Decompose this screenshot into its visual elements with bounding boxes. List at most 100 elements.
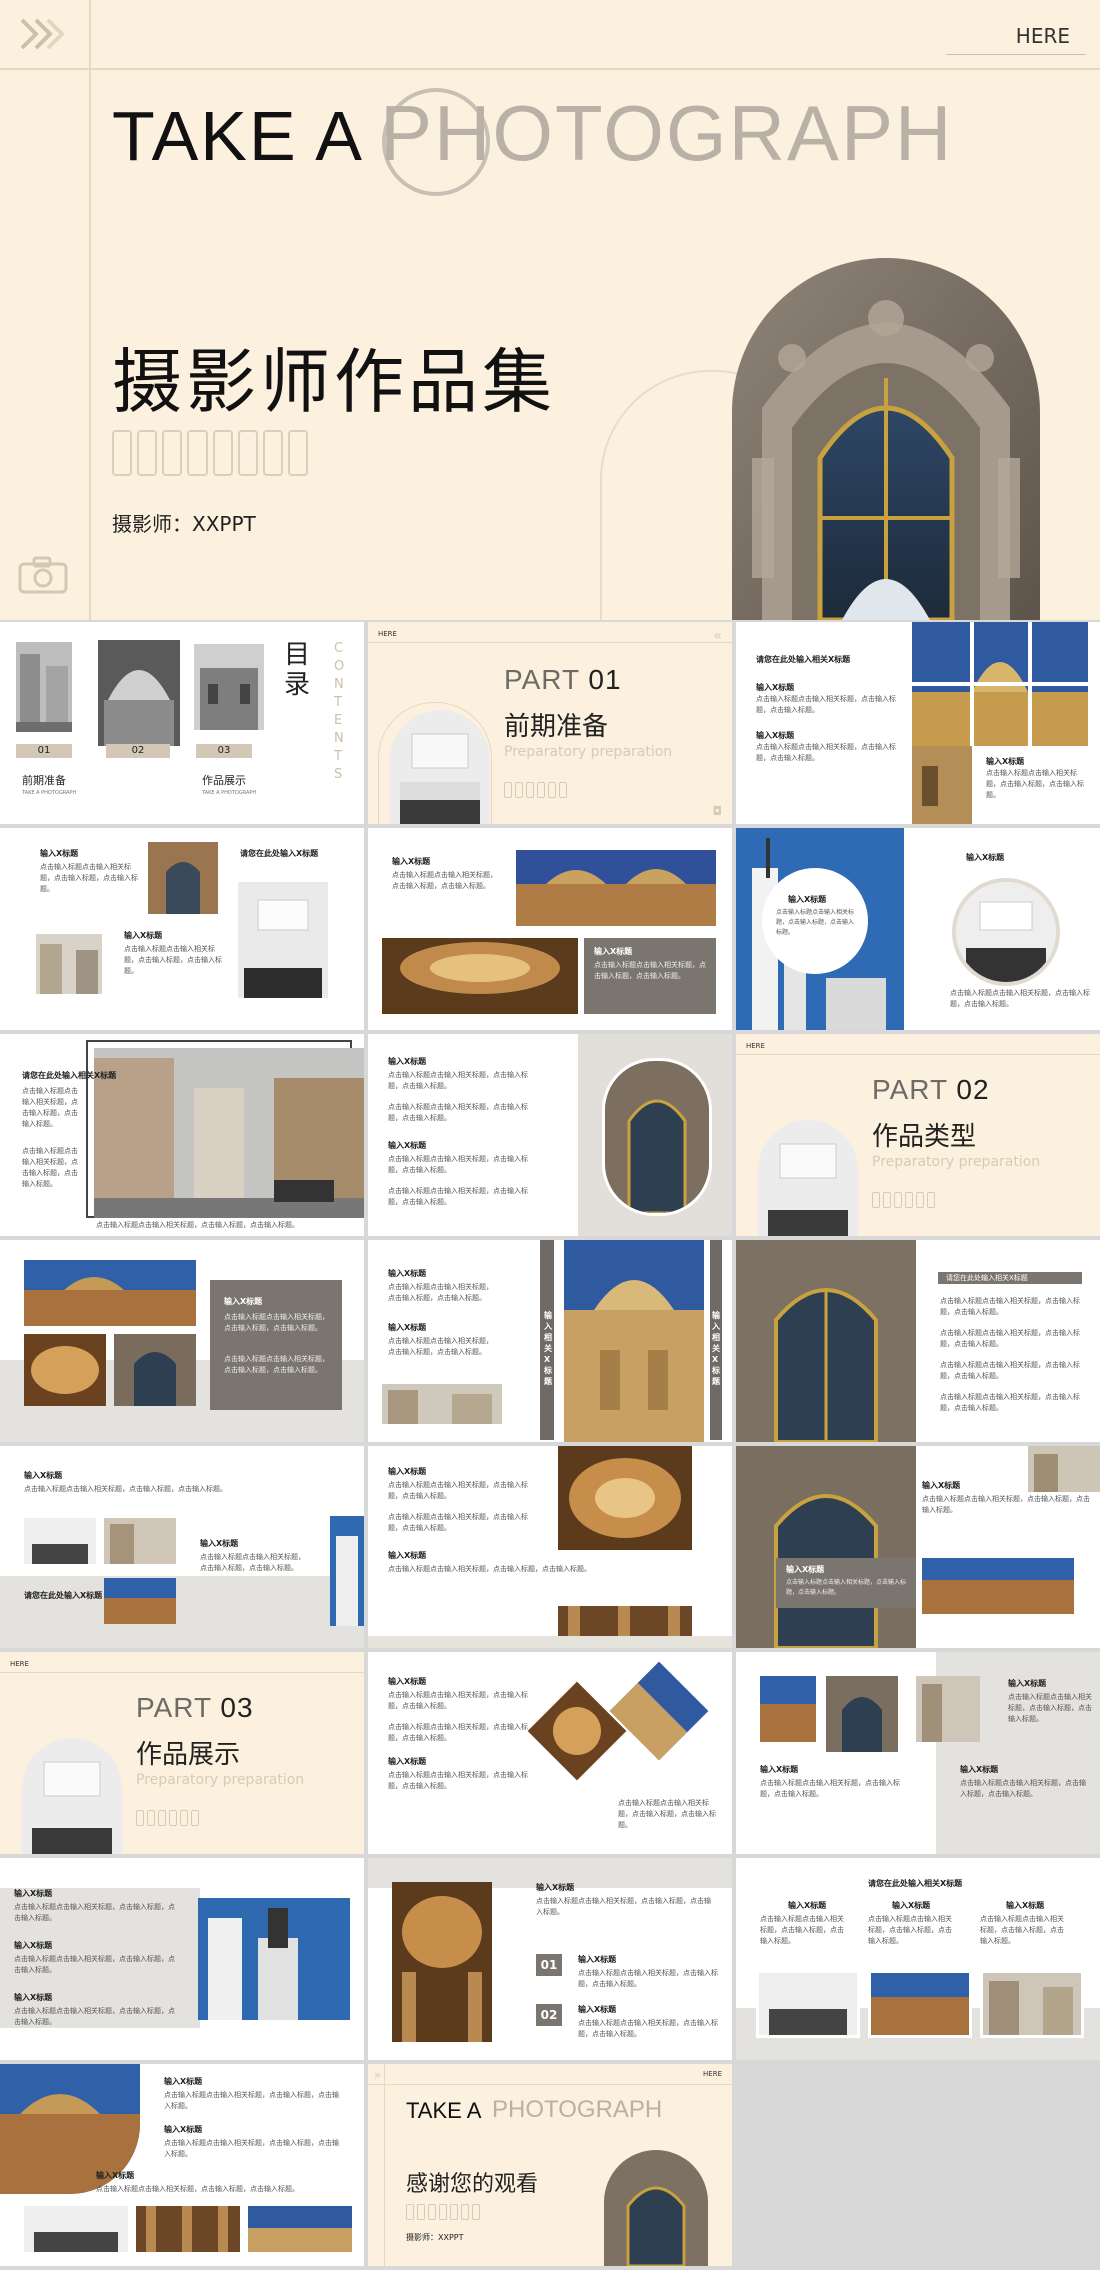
slide-table-of-contents[interactable]: 01 02 03 前期准备 作品类型 作品展示 TAKE A PHOTOGRAP… <box>0 622 364 824</box>
decorative-barcode <box>504 782 567 798</box>
slide-content[interactable]: 输入X标题 点击输入标题点击输入相关标题，点击输入标题，点击输入标题。 输入X标… <box>368 828 732 1030</box>
rooftop-diamond-photo <box>609 1661 709 1761</box>
street-photo <box>104 1518 176 1564</box>
slide-content[interactable]: 输入X标题 点击输入标题点击输入相关标题，点击输入标题，点击输入标题。 输入X标… <box>736 1446 1100 1648</box>
body-text: 点击输入标题点击输入相关标题，点击输入标题，点击输入标题。 <box>980 1915 1064 1945</box>
interior-photo <box>136 2206 240 2252</box>
toc-number-bar: 03 <box>196 744 252 758</box>
heading: 输入X标题 <box>786 1565 825 1574</box>
rooftop-statue-photo <box>248 2206 352 2252</box>
part-title: 前期准备 <box>504 712 609 742</box>
body-text: 点击输入标题点击输入相关标题，点击输入标题，点击输入标题。 <box>96 2185 299 2193</box>
tower-sky-photo <box>198 1898 350 2020</box>
body-text: 点击输入标题点击输入相关标题，点击输入标题，点击输入标题。 <box>22 1087 78 1128</box>
heading: 输入X标题 <box>788 895 827 904</box>
body-text: 点击输入标题点击输入相关标题，点击输入标题，点击输入标题。 <box>940 1393 1080 1412</box>
divider <box>0 68 1100 70</box>
heading: 输入X标题 <box>388 1551 427 1560</box>
slide-part-02[interactable]: HERE PART 02 作品类型 Preparatory preparatio… <box>736 1034 1100 1236</box>
number-badge: 01 <box>536 1954 562 1976</box>
kitchen-photo <box>952 878 1060 986</box>
palace-rooftop-photo <box>24 1260 196 1326</box>
european-street-photo <box>94 1048 364 1218</box>
slide-content[interactable]: 输入X标题 点击输入标题点击输入相关标题，点击输入标题，点击输入标题。 输入X标… <box>736 1652 1100 1854</box>
body-text: 点击输入标题点击输入相关标题，点击输入标题，点击输入标题。 <box>388 1771 528 1790</box>
interior-photo <box>558 1606 692 1636</box>
toc-item-label[interactable]: 前期准备 <box>22 772 66 788</box>
toc-item-label[interactable]: 作品展示 <box>202 772 246 788</box>
heading: 输入X标题 <box>760 1765 799 1774</box>
heading: 输入X标题 <box>960 1765 999 1774</box>
slide-content[interactable]: 输入X标题 点击输入标题点击输入相关标题，点击输入标题，点击输入标题。 01 输… <box>368 1858 732 2060</box>
heading: 输入X标题 <box>892 1901 931 1910</box>
arch-doorway-photo <box>736 1240 916 1442</box>
fresco-diamond-photo <box>527 1681 627 1781</box>
slide-content[interactable]: 输入X标题 点击输入标题点击输入相关标题，点击输入标题，点击输入标题。 点击输入… <box>0 1240 364 1442</box>
slide-content[interactable]: 输入X标题 点击输入标题点击输入相关标题，点击输入标题，点击输入标题。 请您在此… <box>0 828 364 1030</box>
heading: 输入X标题 <box>966 853 1005 862</box>
slide-part-01[interactable]: HERE PART 01 前期准备 Preparatory preparatio… <box>368 622 732 824</box>
number-badge: 02 <box>536 2004 562 2026</box>
street-photo <box>16 642 72 732</box>
slide-content[interactable]: 请您在此处输入相关X标题 点击输入标题点击输入相关标题，点击输入标题，点击输入标… <box>736 1240 1100 1442</box>
body-text: 点击输入标题点击输入相关标题，点击输入标题，点击输入标题。 <box>940 1361 1080 1380</box>
slide-content[interactable]: 请您在此处输入相关X标题 输入X标题 点击输入标题点击输入相关标题，点击输入标题… <box>736 1858 1100 2060</box>
slide-content[interactable]: 输入X标题 点击输入标题点击输入相关标题，点击输入标题，点击输入标题。 输入X标… <box>368 1240 732 1442</box>
facade-photo <box>912 746 972 824</box>
heading: 输入X标题 <box>224 1297 263 1306</box>
slide-content[interactable]: 输入X标题 点击输入标题点击输入相关标题，点击输入标题，点击输入标题。 点击输入… <box>368 1446 732 1648</box>
body-text: 点击输入标题点击输入相关标题，点击输入标题，点击输入标题。 <box>1008 1693 1092 1723</box>
palace-photo <box>922 1558 1074 1614</box>
arch-photo <box>148 842 218 914</box>
street-photo <box>382 1384 502 1424</box>
slide-content[interactable]: 输入X标题 点击输入标题点击输入相关标题，点击输入标题，点击输入标题。 点击输入… <box>368 1034 732 1236</box>
heading: 输入X标题 <box>388 1057 427 1066</box>
rooftop-statue-photo <box>564 1240 704 1442</box>
palace-photo <box>760 1676 816 1742</box>
slide-content[interactable]: 输入X标题 点击输入标题点击输入相关标题，点击输入标题，点击输入标题。 输入X标… <box>0 2064 364 2266</box>
here-label: HERE <box>746 1042 765 1050</box>
body-text: 点击输入标题点击输入相关标题，点击输入标题，点击输入标题。 <box>224 1313 329 1332</box>
body-text: 点击输入标题点击输入相关标题，点击输入标题，点击输入标题。 <box>786 1579 907 1596</box>
cover-title-black: TAKE A <box>112 97 364 175</box>
vertical-heading: 输入相关X标题 <box>712 1311 720 1386</box>
body-text: 点击输入标题点击输入相关标题，点击输入标题，点击输入标题。 <box>96 1221 299 1229</box>
heading: 输入X标题 <box>388 1141 427 1150</box>
heading: 输入X标题 <box>578 2005 617 2014</box>
arch-doorway-photo <box>604 2150 708 2266</box>
slide-content[interactable]: 输入X标题 点击输入标题点击输入相关标题，点击输入标题，点击输入标题。 输入X标… <box>736 828 1100 1030</box>
heading: 输入X标题 <box>756 683 795 692</box>
body-text: 点击输入标题点击输入相关标题，点击输入标题，点击输入标题。 <box>940 1297 1080 1316</box>
toc-vertical-label: CONTENTS <box>334 641 349 782</box>
camera-icon: ◘ <box>712 804 723 818</box>
heading: 输入X标题 <box>124 931 163 940</box>
heading: 输入X标题 <box>24 1471 63 1480</box>
facade-photo <box>194 644 264 730</box>
slide-content[interactable]: 输入X标题 点击输入标题点击输入相关标题，点击输入标题，点击输入标题。 输入X标… <box>0 1858 364 2060</box>
heading: 输入X标题 <box>578 1955 617 1964</box>
heading: 输入X标题 <box>40 849 79 858</box>
here-label: HERE <box>1015 24 1070 48</box>
slide-title: 请您在此处输入相关X标题 <box>868 1879 963 1888</box>
here-label: HERE <box>378 630 397 638</box>
slide-title: 请您在此处输入X标题 <box>240 849 319 858</box>
divider <box>736 1054 1100 1055</box>
kitchen-photo <box>24 2206 128 2252</box>
ceiling-fresco-photo <box>392 1882 492 2042</box>
body-text: 点击输入标题点击输入相关标题，点击输入标题，点击输入标题。 <box>388 1155 528 1174</box>
slide-content[interactable]: 请您在此处输入相关X标题 输入X标题 点击输入标题点击输入相关标题，点击输入标题… <box>736 622 1100 824</box>
rooftop-sculpture-photo <box>912 622 1088 746</box>
slide-part-03[interactable]: HERE PART 03 作品展示 Preparatory preparatio… <box>0 1652 364 1854</box>
body-text: 点击输入标题点击输入相关标题，点击输入标题，点击输入标题。 <box>868 1915 952 1945</box>
slide-content[interactable]: 输入X标题 点击输入标题点击输入相关标题，点击输入标题，点击输入标题。 输入X标… <box>0 1446 364 1648</box>
heading: 输入X标题 <box>788 1901 827 1910</box>
slide-content[interactable]: 请您在此处输入相关X标题 点击输入标题点击输入相关标题，点击输入标题，点击输入标… <box>0 1034 364 1236</box>
slide-ending[interactable]: » HERE TAKE A PHOTOGRAPH 感谢您的观看 摄影师：XXPP… <box>368 2064 732 2266</box>
street-photo <box>36 934 102 994</box>
toc-item-label[interactable]: 作品类型 <box>112 772 156 788</box>
slide-content[interactable]: 输入X标题 点击输入标题点击输入相关标题，点击输入标题，点击输入标题。 点击输入… <box>368 1652 732 1854</box>
body-text: 点击输入标题点击输入相关标题，点击输入标题，点击输入标题。 <box>388 1337 493 1356</box>
part-label: PART <box>872 1074 948 1105</box>
body-text: 点击输入标题点击输入相关标题，点击输入标题，点击输入标题。 <box>536 1897 711 1916</box>
body-text: 点击输入标题点击输入相关标题，点击输入标题，点击输入标题。 <box>940 1329 1080 1348</box>
